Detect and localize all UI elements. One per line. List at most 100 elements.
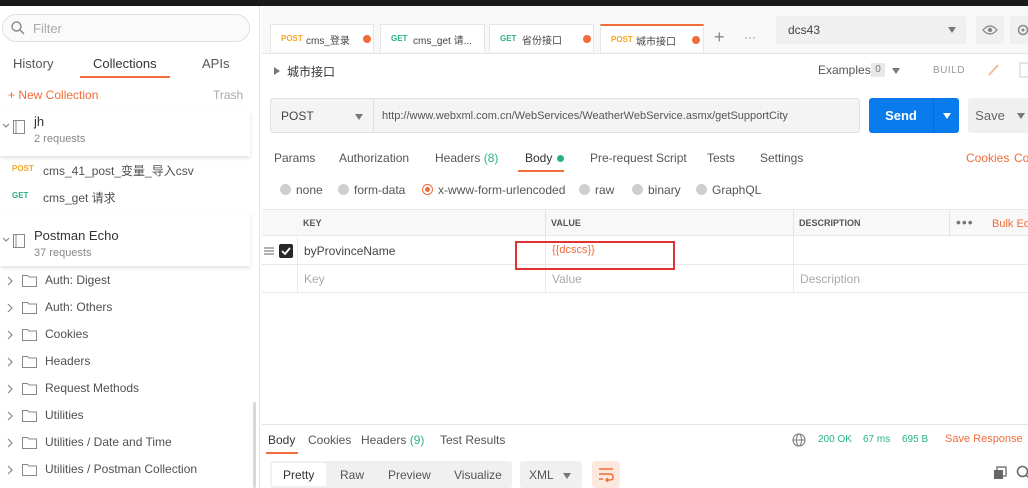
folder-icon [22,275,37,287]
more-tabs-button[interactable]: ··· [744,30,756,44]
response-tab-body[interactable]: Body [268,433,295,447]
bulk-edit-link[interactable]: Bulk Edit [992,218,1028,230]
tab-params[interactable]: Params [274,151,315,165]
tab-body[interactable]: Body [525,151,552,165]
url-input[interactable] [382,108,852,124]
format-raw[interactable]: Raw [340,468,364,482]
code-link[interactable]: Code [1014,151,1028,165]
collection-postman-echo[interactable]: Postman Echo 37 requests [0,212,250,266]
search-icon[interactable] [1016,465,1028,481]
request-tab[interactable]: GET 省份接口 [489,24,594,52]
method-badge: GET [12,191,29,200]
tab-tests[interactable]: Tests [707,151,735,165]
column-divider[interactable] [545,210,546,237]
radio-circle [696,184,707,195]
caret-right-icon[interactable] [274,67,280,75]
folder-item[interactable]: Headers [0,349,250,376]
folder-icon [22,464,37,476]
format-preview[interactable]: Preview [388,468,431,482]
description-placeholder[interactable]: Description [800,272,860,286]
response-tab-cookies[interactable]: Cookies [308,433,351,447]
sidebar-request[interactable]: GET cms_get 请求 [0,185,250,211]
format-pretty[interactable]: Pretty [283,468,314,482]
manage-environments-button[interactable] [1010,16,1028,44]
chevron-right-icon[interactable] [6,276,14,286]
examples-label[interactable]: Examples [818,63,871,77]
folder-item[interactable]: Auth: Digest [0,268,250,295]
response-tab-headers[interactable]: Headers (9) [361,433,424,447]
folder-name: Headers [45,354,91,368]
send-button[interactable]: Send [869,98,933,133]
table-header: KEY VALUE DESCRIPTION ••• Bulk Edit [262,209,1028,237]
folder-name: Utilities / Date and Time [45,435,172,449]
chevron-down-icon[interactable] [2,236,10,244]
drag-handle-icon[interactable] [264,247,274,255]
column-divider [793,237,794,265]
folder-item[interactable]: Utilities / Date and Time [0,430,250,457]
copy-icon[interactable] [992,465,1008,481]
param-key[interactable]: byProvinceName [304,244,395,258]
chevron-down-icon[interactable] [2,122,10,130]
save-options-button[interactable] [1012,98,1028,133]
folder-item[interactable]: Auth: Others [0,295,250,322]
save-button[interactable]: Save [968,98,1012,133]
new-collection-button[interactable]: + New Collection [8,88,98,102]
language-select[interactable]: XML [520,461,582,488]
response-tab-test-results[interactable]: Test Results [440,433,505,447]
sidebar-request[interactable]: POST cms_41_post_变量_导入csv [0,158,250,184]
globe-icon[interactable] [792,433,806,447]
request-tab[interactable]: GET cms_get 请... [380,24,485,52]
request-tab-active[interactable]: POST 城市接口 [600,24,704,52]
environment-select[interactable]: dcs43 [776,16,966,44]
send-options-button[interactable] [933,98,959,133]
folder-item[interactable]: Utilities / Postman Collection [0,457,250,484]
chevron-right-icon[interactable] [6,465,14,475]
method-select[interactable]: POST [270,98,374,133]
chevron-right-icon[interactable] [6,357,14,367]
tab-settings[interactable]: Settings [760,151,803,165]
wrap-lines-button[interactable] [592,461,620,488]
chevron-right-icon[interactable] [6,384,14,394]
radio-circle [579,184,590,195]
environment-quick-look-button[interactable] [976,16,1004,44]
chevron-right-icon[interactable] [6,438,14,448]
tab-collections[interactable]: Collections [93,56,157,71]
request-tab[interactable]: POST cms_登录 [270,24,374,52]
tab-prerequest-script[interactable]: Pre-request Script [590,151,687,165]
request-name: cms_get 请求 [43,191,116,205]
folder-item[interactable]: Cookies [0,322,250,349]
request-title[interactable]: 城市接口 [287,63,335,80]
chevron-right-icon[interactable] [6,303,14,313]
value-placeholder[interactable]: Value [552,272,582,286]
format-visualize[interactable]: Visualize [454,468,502,482]
filter-box[interactable] [2,14,250,42]
folder-item[interactable]: Utilities [0,403,250,430]
build-mode-label[interactable]: BUILD [933,65,965,76]
folder-item[interactable]: Request Methods [0,376,250,403]
tab-headers[interactable]: Headers (8) [435,151,498,165]
sidebar-scrollbar[interactable] [253,402,256,488]
filter-input[interactable] [33,19,233,37]
key-placeholder[interactable]: Key [304,272,325,286]
edit-icon[interactable] [982,59,1006,81]
new-tab-plus-icon[interactable]: + [714,27,725,48]
cookies-link[interactable]: Cookies [966,151,1009,165]
tab-apis[interactable]: APIs [202,56,229,71]
save-response-button[interactable]: Save Response [945,433,1023,445]
tab-history[interactable]: History [13,56,53,71]
collection-jh[interactable]: jh 2 requests [0,112,250,156]
trash-link[interactable]: Trash [213,88,243,102]
unsaved-dot [583,35,591,43]
chevron-right-icon[interactable] [6,411,14,421]
more-options-icon[interactable]: ••• [956,214,974,230]
environment-value: dcs43 [788,23,821,37]
chevron-down-icon[interactable] [892,68,900,74]
enabled-checkbox[interactable] [279,244,293,258]
url-field[interactable] [374,98,860,133]
column-divider[interactable] [793,210,794,237]
sidebar: History Collections APIs + New Collectio… [0,6,260,488]
tab-authorization[interactable]: Authorization [339,151,409,165]
documentation-icon[interactable] [1014,59,1028,81]
chevron-right-icon[interactable] [6,330,14,340]
method-value: POST [281,109,314,123]
